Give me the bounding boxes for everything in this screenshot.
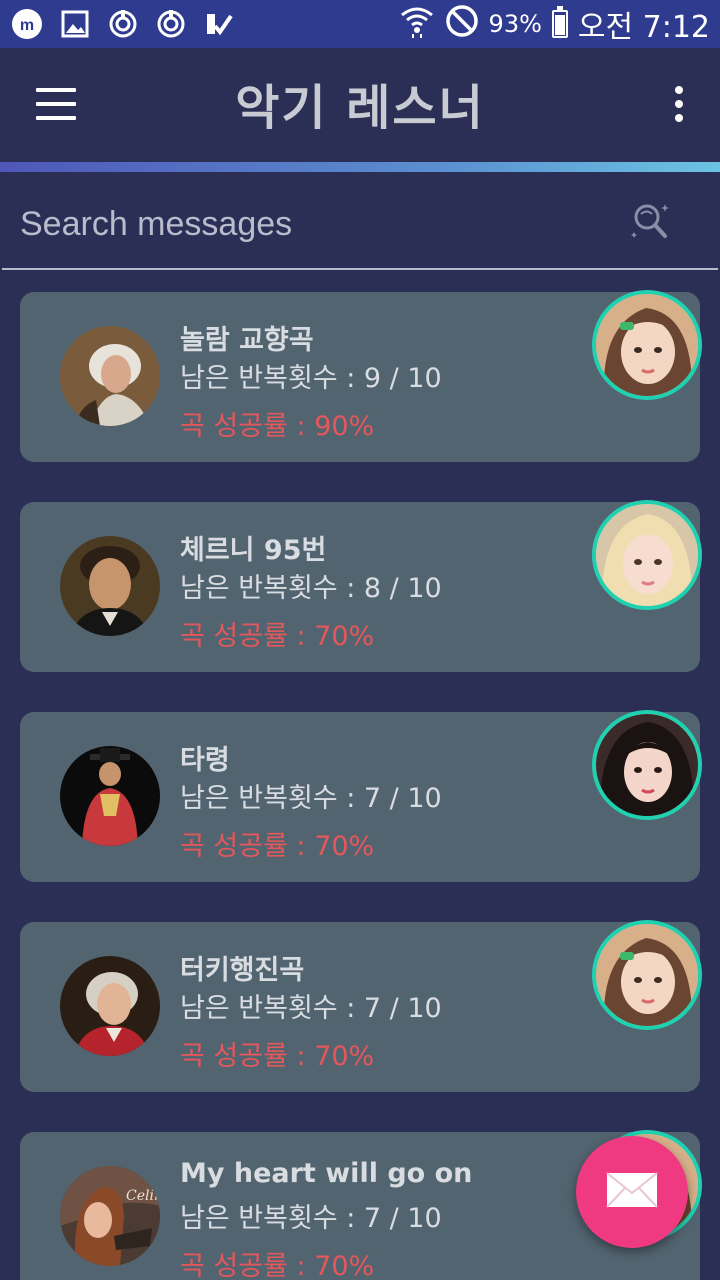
song-card[interactable]: 놀람 교향곡 남은 반복횟수 : 9 / 10 곡 성공률 : 90%: [20, 290, 702, 462]
notification-icons: m: [10, 7, 236, 41]
teacher-avatar[interactable]: [592, 710, 702, 820]
image-icon: [58, 7, 92, 41]
system-status: 93% 오전 7:12: [399, 2, 710, 46]
success-rate: 곡 성공률 : 70%: [180, 1251, 375, 1280]
remaining-count: 남은 반복횟수 : 7 / 10: [180, 1203, 442, 1234]
song-title: 놀람 교향곡: [180, 325, 314, 356]
song-title: 타령: [180, 745, 230, 776]
song-title: My heart will go on: [180, 1158, 473, 1189]
composer-avatar: [60, 746, 160, 846]
sync-icon: [106, 7, 140, 41]
status-bar: m 93% 오전 7:12: [0, 0, 720, 48]
song-card[interactable]: 터키행진곡 남은 반복횟수 : 7 / 10 곡 성공률 : 70%: [20, 920, 702, 1092]
remaining-count: 남은 반복횟수 : 7 / 10: [180, 783, 442, 814]
more-vert-icon[interactable]: [674, 86, 684, 122]
teacher-avatar[interactable]: [592, 500, 702, 610]
song-title: 체르니 95번: [180, 535, 327, 566]
teacher-avatar[interactable]: [592, 920, 702, 1030]
song-card[interactable]: 체르니 95번 남은 반복횟수 : 8 / 10 곡 성공률 : 70%: [20, 500, 702, 672]
accent-divider: [0, 162, 720, 172]
song-title: 터키행진곡: [180, 955, 305, 986]
composer-avatar: Celine: [60, 1166, 160, 1266]
remaining-count: 남은 반복횟수 : 9 / 10: [180, 363, 442, 394]
compose-mail-button[interactable]: [576, 1136, 688, 1248]
battery-fill: [554, 14, 565, 35]
search-sparkle-icon[interactable]: [628, 200, 672, 244]
teacher-avatar[interactable]: [592, 290, 702, 400]
remaining-count: 남은 반복횟수 : 7 / 10: [180, 993, 442, 1024]
wifi-icon: [399, 3, 435, 46]
composer-avatar: [60, 536, 160, 636]
clock: 오전 7:12: [577, 10, 710, 45]
search-bar: [0, 174, 720, 270]
song-card[interactable]: 타령 남은 반복횟수 : 7 / 10 곡 성공률 : 70%: [20, 710, 702, 882]
battery-icon: [551, 6, 568, 38]
search-underline: [2, 268, 718, 270]
check-icon: [202, 7, 236, 41]
battery-percent: 93%: [488, 10, 542, 38]
app-m-icon: m: [10, 7, 44, 41]
success-rate: 곡 성공률 : 90%: [180, 411, 375, 442]
sync-icon: [154, 7, 188, 41]
success-rate: 곡 성공률 : 70%: [180, 621, 375, 652]
app-title: 악기 레스너: [235, 80, 485, 136]
success-rate: 곡 성공률 : 70%: [180, 831, 375, 862]
app-bar: 악기 레스너: [0, 48, 720, 164]
composer-avatar: [60, 326, 160, 426]
svg-text:Celine: Celine: [126, 1188, 160, 1204]
search-input[interactable]: [20, 198, 600, 250]
success-rate: 곡 성공률 : 70%: [180, 1041, 375, 1072]
remaining-count: 남은 반복횟수 : 8 / 10: [180, 573, 442, 604]
mail-icon: [605, 1171, 659, 1213]
block-icon: [445, 4, 479, 45]
composer-avatar: [60, 956, 160, 1056]
svg-text:m: m: [20, 17, 34, 34]
